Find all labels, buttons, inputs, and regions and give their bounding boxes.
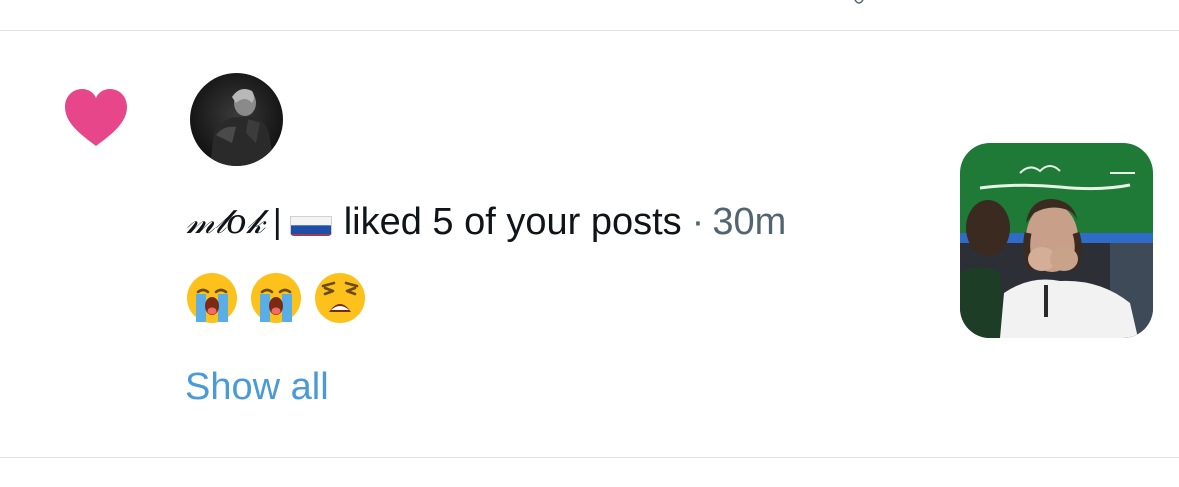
user-display-name[interactable]: 𝓂𝓁𝑜𝓀	[186, 198, 265, 246]
notification-text: 𝓂𝓁𝑜𝓀 | liked 5 of your posts · 30m	[186, 198, 786, 246]
action-text: liked 5 of your posts	[343, 201, 682, 243]
timestamp: 30m	[712, 201, 787, 243]
post-thumbnail-image	[960, 143, 1153, 338]
bottom-divider	[0, 457, 1179, 458]
emoji-row	[186, 272, 366, 324]
weary-face-icon	[315, 273, 365, 323]
name-separator: |	[272, 203, 282, 241]
russia-flag-icon	[289, 208, 332, 236]
post-thumbnail[interactable]	[960, 143, 1153, 338]
heart-icon	[65, 89, 127, 146]
show-all-link[interactable]: Show all	[185, 364, 329, 410]
loudly-crying-face-icon	[187, 273, 237, 323]
avatar-image	[190, 73, 283, 166]
loudly-crying-face-icon	[251, 273, 301, 323]
partial-icon	[854, 0, 864, 4]
avatar[interactable]	[190, 73, 283, 166]
dot-separator: ·	[691, 201, 705, 243]
